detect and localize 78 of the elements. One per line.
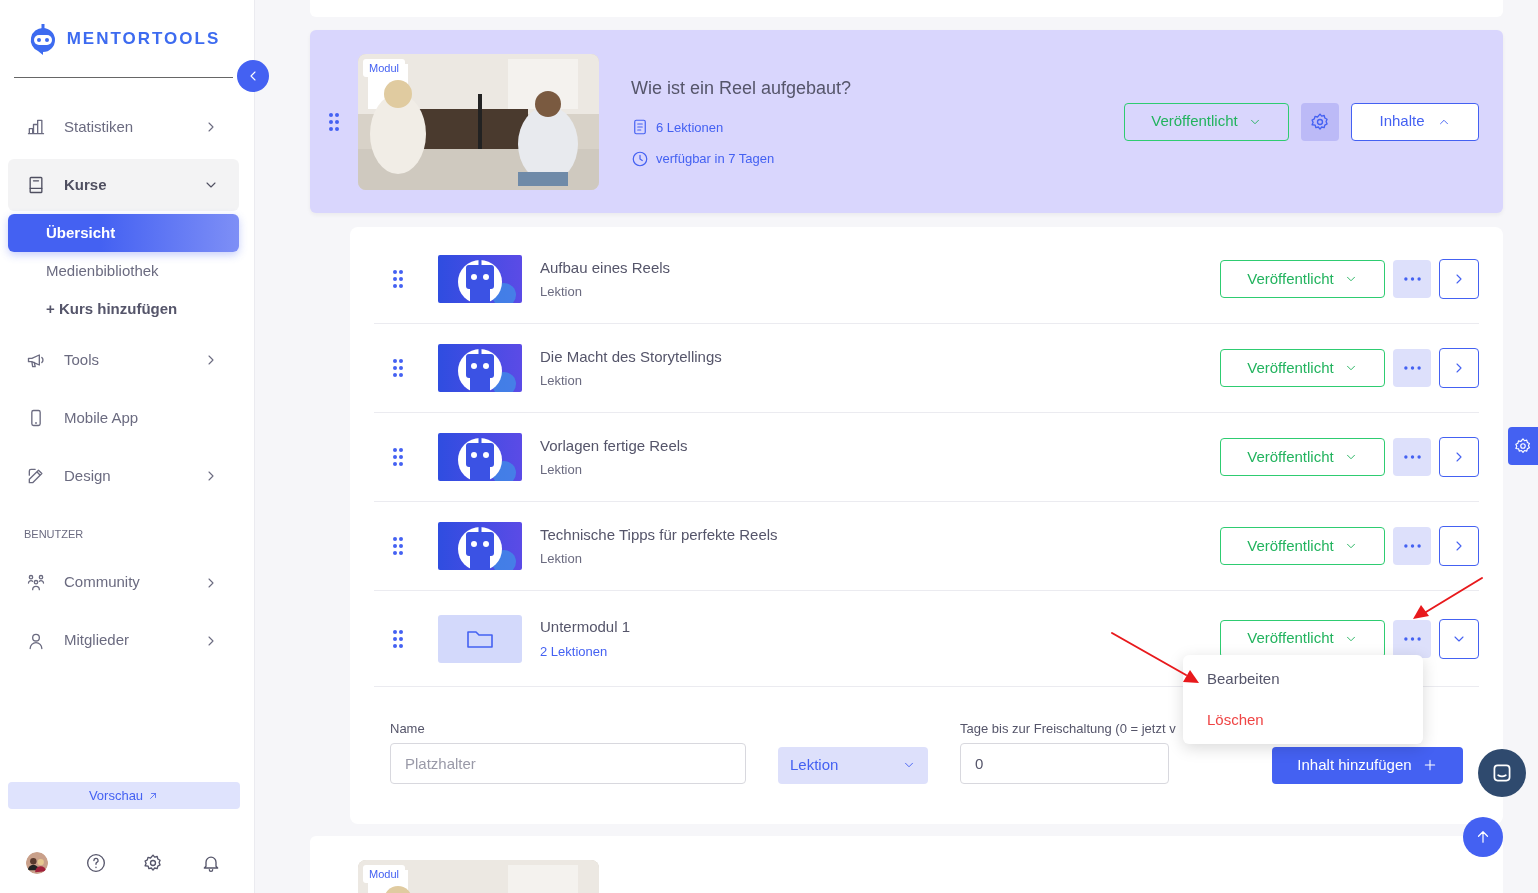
pencil-icon [26,466,46,486]
settings-icon [1310,111,1330,132]
lesson-count: 6 Lektionen [656,118,724,137]
status-dropdown[interactable]: Veröffentlicht [1220,260,1385,298]
more-icon [1403,544,1421,548]
nav-label: Statistiken [64,116,135,137]
field-label: Name [390,720,426,738]
name-field[interactable]: Platzhalter [390,742,746,784]
drag-handle-icon[interactable] [392,447,404,467]
contents-toggle[interactable]: Inhalte [1351,102,1479,141]
people-icon [26,572,46,593]
open-button[interactable] [1439,526,1479,566]
module-title: Wie ist ein Reel aufgebaut? [631,76,853,100]
item-type: Lektion [540,550,583,568]
nav-item[interactable]: Community [8,556,239,609]
nav-label: Mobile App [64,407,140,428]
days-field[interactable]: 0 [960,742,1169,784]
open-button[interactable] [1439,437,1479,477]
nav-label: Design [64,465,112,486]
section-heading: BENUTZER [23,527,85,542]
more-icon [1403,277,1421,281]
item-type: Lektion [540,461,583,479]
open-button[interactable] [1439,348,1479,388]
field-label: Tage bis zur Freischaltung (0 = jetzt v [960,720,1176,738]
open-button[interactable] [1439,259,1479,299]
chart-icon [26,117,46,137]
more-icon [1403,366,1421,370]
document-icon [631,118,649,137]
menu-item[interactable]: Bearbeiten [1183,659,1423,700]
settings-icon [1514,436,1532,456]
drag-handle-icon[interactable] [392,269,404,289]
status-dropdown[interactable]: Veröffentlicht [1220,438,1385,476]
drag-handle-icon[interactable] [328,111,340,132]
preview-button[interactable]: Vorschau [8,782,240,809]
submenu-item[interactable]: + Kurs hinzufügen [8,290,239,328]
add-content-button[interactable]: Inhalt hinzufügen [1272,746,1463,784]
more-icon [1403,455,1421,459]
avatar[interactable] [26,852,48,874]
settings-icon[interactable] [143,853,164,873]
item-title: Vorlagen fertige Reels [540,435,689,456]
collapse-button[interactable] [237,60,269,92]
nav-label: Tools [64,349,101,370]
brand-name: MENTORTOOLS [66,27,221,50]
item-type: Lektion [540,372,583,390]
item-title: Technische Tipps für perfekte Reels [540,524,779,545]
submenu-item[interactable]: Übersicht [8,214,239,252]
menu-item[interactable]: Löschen [1183,699,1423,740]
help-icon[interactable] [85,853,106,873]
availability-text: verfügbar in 7 Tagen [656,150,775,168]
item-title: Aufbau eines Reels [540,257,672,278]
nav-label: Community [64,572,141,593]
nav-item[interactable]: Mobile App [8,392,239,444]
item-type: Lektion [540,283,583,301]
submenu-item[interactable]: Medienbibliothek [8,252,239,290]
lesson-count: 2 Lektionen [540,642,609,661]
status-dropdown[interactable]: Veröffentlicht [1220,349,1385,387]
open-button[interactable] [1439,618,1479,659]
type-select[interactable]: Lektion [778,746,928,784]
status-dropdown[interactable]: Veröffentlicht [1220,619,1385,658]
chat-button[interactable] [1478,749,1526,797]
nav-label: Mitglieder [64,630,131,651]
item-title: Die Macht des Storytellings [540,346,723,367]
nav-item[interactable]: Kurse [8,159,239,211]
nav-label: Kurse [64,174,108,195]
settings-button[interactable] [1301,102,1339,141]
drag-handle-icon[interactable] [392,536,404,556]
drag-handle-icon[interactable] [392,628,404,649]
clock-icon [631,149,649,168]
nav-item[interactable]: Statistiken [8,101,239,153]
item-title: Untermodul 1 [540,617,632,637]
nav-item[interactable]: Mitglieder [8,614,239,667]
nav-item[interactable]: Design [8,450,239,502]
annotation-arrow [1413,577,1483,619]
settings-tab[interactable] [1508,427,1538,465]
drag-handle-icon[interactable] [392,358,404,378]
status-dropdown[interactable]: Veröffentlicht [1220,527,1385,565]
nav-item[interactable]: Tools [8,334,239,386]
more-icon [1403,636,1421,641]
